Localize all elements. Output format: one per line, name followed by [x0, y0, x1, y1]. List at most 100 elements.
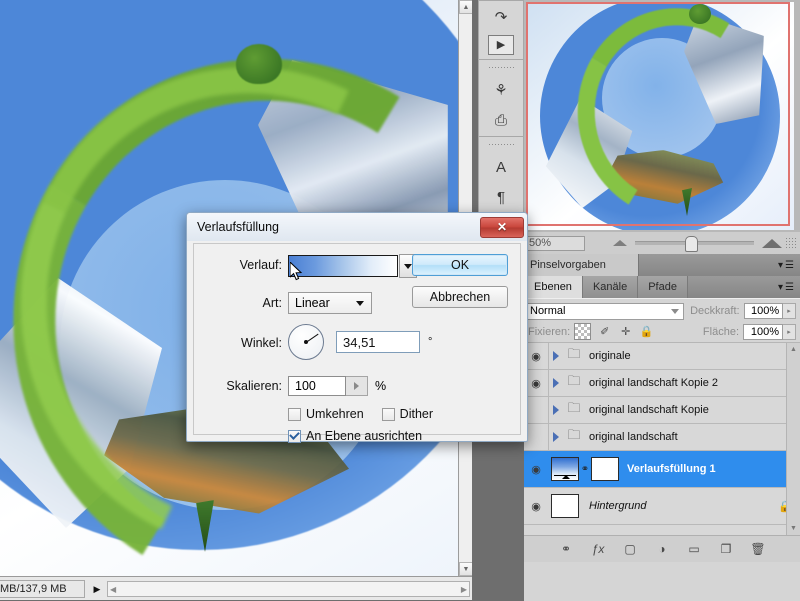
panel-menu-icon[interactable]: ▾ ☰: [778, 260, 794, 271]
expand-group-icon[interactable]: [549, 432, 563, 442]
lock-position-icon[interactable]: ✛: [618, 324, 633, 339]
reverse-checkbox[interactable]: [288, 407, 301, 421]
background-layer-thumbnail[interactable]: [551, 494, 579, 518]
fill-value[interactable]: 100%: [743, 323, 783, 340]
gradient-type-select[interactable]: Linear: [288, 292, 372, 314]
link-layers-icon[interactable]: ⚭: [558, 541, 574, 557]
percent-unit-label: %: [375, 379, 387, 393]
zoom-in-icon[interactable]: [762, 238, 782, 248]
expand-group-icon[interactable]: [549, 405, 563, 415]
new-adjustment-layer-icon[interactable]: ◑: [654, 541, 670, 557]
layer-name[interactable]: original landschaft Kopie 2: [585, 377, 718, 389]
document-horizontal-scrollbar[interactable]: ◀ ▶: [107, 581, 470, 597]
dock-grip-icon[interactable]: [488, 66, 514, 70]
table-row[interactable]: 🗀 original landschaft Kopie: [524, 397, 800, 424]
scroll-up-arrow[interactable]: ▲: [459, 0, 472, 14]
lock-transparency-icon[interactable]: [574, 323, 592, 340]
fill-stepper-icon[interactable]: ▸: [783, 323, 796, 340]
new-group-icon[interactable]: ▭: [686, 541, 702, 557]
opacity-value[interactable]: 100%: [743, 303, 784, 319]
lock-all-icon[interactable]: 🔒: [639, 324, 654, 339]
chevron-down-icon-blend: [671, 308, 680, 314]
status-menu-arrow-icon[interactable]: ▶: [89, 581, 105, 597]
paragraph-icon[interactable]: ¶: [488, 185, 514, 209]
panel-resize-grip-icon[interactable]: [785, 237, 797, 249]
layer-name[interactable]: Hintergrund: [579, 500, 646, 512]
tab-kanaele[interactable]: Kanäle: [582, 276, 639, 298]
lock-image-icon[interactable]: ✐: [597, 324, 612, 339]
collapsed-panel-dock: ↷ ▶ ⚘ ⎙ A ¶: [478, 0, 524, 238]
layer-visibility-toggle[interactable]: ◉: [524, 488, 548, 524]
hscroll-left-arrow-icon[interactable]: ◀: [110, 585, 116, 594]
tab-brush-presets[interactable]: Pinselvorgaben: [524, 254, 639, 276]
scale-input[interactable]: 100: [288, 376, 346, 396]
layer-name[interactable]: original landschaft Kopie: [585, 404, 709, 416]
clone-source-icon[interactable]: ⎙: [488, 108, 514, 132]
blend-mode-select[interactable]: Normal: [526, 302, 685, 320]
layers-panel-menu-icon[interactable]: ▾ ☰: [778, 282, 794, 293]
dock-group-history: ↷ ▶: [479, 1, 523, 60]
navigator-zoom-slider-thumb[interactable]: [684, 236, 698, 252]
navigator-zoom-input[interactable]: 50%: [525, 235, 585, 251]
artwork-tree-top: [236, 44, 282, 84]
brush-presets-icon[interactable]: ⚘: [488, 78, 514, 102]
layer-name[interactable]: original landschaft: [585, 431, 678, 443]
scroll-down-arrow[interactable]: ▼: [459, 562, 472, 576]
delete-layer-icon[interactable]: 🗑: [750, 541, 766, 557]
expand-group-icon[interactable]: [549, 378, 563, 388]
align-to-layer-checkbox[interactable]: [288, 429, 301, 443]
angle-input[interactable]: 34,51: [336, 331, 420, 353]
degree-unit-label: °: [428, 336, 433, 348]
dock-group-type: A ¶: [479, 137, 523, 213]
navigator-zoom-slider[interactable]: [635, 236, 754, 252]
layer-scroll-up-icon[interactable]: ▲: [787, 343, 800, 356]
angle-dial-control[interactable]: [288, 324, 324, 360]
tab-pfade[interactable]: Pfade: [638, 276, 688, 298]
table-row[interactable]: ◉ 🗀 original landschaft Kopie 2: [524, 370, 800, 397]
layer-name[interactable]: Verlaufsfüllung 1: [619, 463, 716, 475]
new-layer-icon[interactable]: ❐: [718, 541, 734, 557]
history-icon[interactable]: ↷: [488, 5, 514, 29]
table-row[interactable]: ◉ Hintergrund 🔒: [524, 488, 800, 525]
table-row[interactable]: 🗀 original landschaft: [524, 424, 800, 451]
layer-list-scrollbar[interactable]: ▲ ▼: [786, 343, 800, 535]
folder-icon: 🗀: [567, 400, 581, 415]
layers-panel-tabs[interactable]: Ebenen Kanäle Pfade ▾ ☰: [524, 276, 800, 298]
opacity-label: Deckkraft:: [690, 305, 740, 317]
navigator-view-box[interactable]: [526, 2, 790, 226]
layer-scroll-down-icon[interactable]: ▼: [787, 522, 800, 535]
layer-visibility-toggle[interactable]: ◉: [524, 451, 548, 487]
zoom-out-icon[interactable]: [613, 240, 627, 246]
hscroll-right-arrow-icon[interactable]: ▶: [461, 585, 467, 594]
cancel-button[interactable]: Abbrechen: [412, 286, 508, 308]
dialog-title-bar[interactable]: Verlaufsfüllung ✕: [187, 213, 527, 241]
table-row[interactable]: ◉ ⚭ Verlaufsfüllung 1: [524, 451, 800, 488]
ok-button[interactable]: OK: [412, 254, 508, 276]
gradient-fill-thumbnail[interactable]: [551, 457, 579, 481]
layer-name[interactable]: originale: [585, 350, 631, 362]
folder-icon: 🗀: [567, 346, 581, 361]
layer-mask-thumbnail[interactable]: [591, 457, 619, 481]
mask-link-icon[interactable]: ⚭: [579, 464, 591, 475]
layer-style-fx-icon[interactable]: ƒx: [590, 541, 606, 557]
add-layer-mask-icon[interactable]: ▢: [622, 541, 638, 557]
scale-stepper-icon[interactable]: [346, 376, 368, 396]
gradient-preview-swatch[interactable]: [288, 255, 398, 277]
angle-dial-hub: [304, 340, 308, 344]
reverse-label: Umkehren: [306, 407, 364, 421]
tab-ebenen[interactable]: Ebenen: [524, 276, 583, 298]
close-icon[interactable]: ✕: [480, 216, 524, 238]
type-label: Art:: [262, 296, 282, 310]
opacity-stepper-icon[interactable]: ▸: [783, 303, 796, 319]
character-icon[interactable]: A: [488, 155, 514, 179]
dock-grip-icon-2[interactable]: [488, 143, 514, 147]
table-row[interactable]: ◉ 🗀 originale: [524, 343, 800, 370]
layer-list[interactable]: ◉ 🗀 originale ◉ 🗀 original landschaft Ko…: [524, 343, 800, 536]
brush-presets-panel-header[interactable]: Pinselvorgaben ▾ ☰: [524, 254, 800, 276]
expand-group-icon[interactable]: [549, 351, 563, 361]
hamburger-icon: ☰: [785, 259, 794, 271]
navigator-panel[interactable]: [524, 0, 800, 232]
fill-label: Fläche:: [702, 325, 739, 338]
dither-checkbox[interactable]: [381, 407, 395, 421]
actions-play-icon[interactable]: ▶: [488, 35, 514, 55]
